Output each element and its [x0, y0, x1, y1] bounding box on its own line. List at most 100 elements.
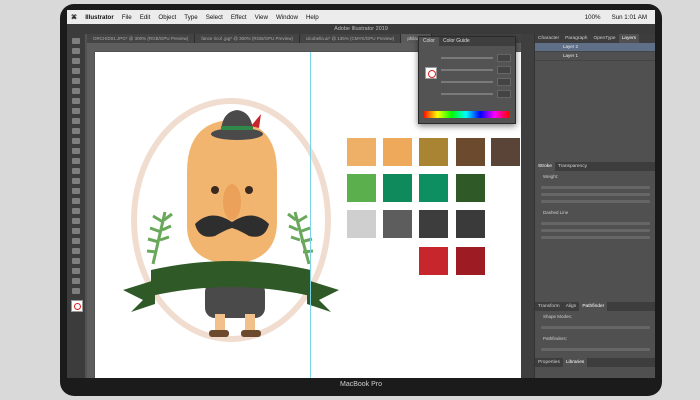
- swatch-row1-5[interactable]: [491, 138, 520, 166]
- direct-selection-tool-icon[interactable]: [72, 48, 80, 54]
- swatch-row3-1[interactable]: [347, 210, 376, 238]
- swatch-row2-1[interactable]: [347, 174, 376, 202]
- swatch-row2-3[interactable]: [419, 174, 448, 202]
- swatch-row1-4[interactable]: [456, 138, 485, 166]
- menu-effect[interactable]: Effect: [227, 14, 251, 21]
- laptop-frame: ⌘ Illustrator File Edit Object Type Sele…: [60, 4, 662, 396]
- swatch-row3-3[interactable]: [419, 210, 448, 238]
- apple-menu-icon[interactable]: ⌘: [67, 14, 81, 21]
- slider-c[interactable]: [441, 57, 493, 59]
- menu-illustrator[interactable]: Illustrator: [81, 14, 118, 21]
- stroke-option-2[interactable]: [541, 193, 650, 196]
- layer-row-1[interactable]: Layer 1: [535, 52, 655, 61]
- hand-tool-icon[interactable]: [72, 278, 80, 284]
- macos-menubar: ⌘ Illustrator File Edit Object Type Sele…: [67, 10, 655, 24]
- color-spectrum[interactable]: [423, 111, 509, 118]
- value-y[interactable]: [497, 78, 511, 86]
- menu-file[interactable]: File: [118, 14, 136, 21]
- tab-layers[interactable]: Layers: [618, 34, 640, 43]
- blend-tool-icon[interactable]: [72, 238, 80, 244]
- swatch-row1-3[interactable]: [419, 138, 448, 166]
- eyedropper-tool-icon[interactable]: [72, 228, 80, 234]
- free-transform-tool-icon[interactable]: [72, 178, 80, 184]
- stroke-panel: Stroke Transparency Weight: Dashed Line: [535, 162, 655, 243]
- menu-view[interactable]: View: [251, 14, 272, 21]
- tab-document-2[interactable]: fance ricol .jpg* @ 300% (RGB/GPU Previe…: [195, 34, 300, 43]
- tab-color[interactable]: Color: [419, 37, 439, 46]
- swatch-row4-1[interactable]: [419, 247, 448, 275]
- tab-color-guide[interactable]: Color Guide: [439, 37, 474, 46]
- properties-libraries-panel: Properties Libraries: [535, 358, 655, 367]
- magic-wand-tool-icon[interactable]: [72, 58, 80, 64]
- rotate-tool-icon[interactable]: [72, 148, 80, 154]
- arrowheads-settings[interactable]: [541, 229, 650, 232]
- slider-y[interactable]: [441, 81, 493, 83]
- scale-tool-icon[interactable]: [72, 158, 80, 164]
- perspective-tool-icon[interactable]: [72, 198, 80, 204]
- swatch-row1-2[interactable]: [383, 138, 412, 166]
- swatch-row4-2[interactable]: [456, 247, 485, 275]
- value-c[interactable]: [497, 54, 511, 62]
- tab-transform[interactable]: Transform: [535, 302, 563, 311]
- layer-row-2[interactable]: Layer 2: [535, 43, 655, 52]
- graph-tool-icon[interactable]: [72, 258, 80, 264]
- type-tool-icon[interactable]: [72, 88, 80, 94]
- tab-character[interactable]: Character: [535, 34, 562, 43]
- menu-type[interactable]: Type: [180, 14, 201, 21]
- tab-transparency[interactable]: Transparency: [555, 162, 590, 171]
- menu-edit[interactable]: Edit: [136, 14, 155, 21]
- rectangle-tool-icon[interactable]: [72, 108, 80, 114]
- tab-document-3[interactable]: ulcobella.ai* @ 135% (CMYK/GPU Preview): [300, 34, 402, 43]
- tab-pathfinder[interactable]: Pathfinder: [579, 302, 608, 311]
- battery-text: 100%: [584, 13, 601, 21]
- mesh-tool-icon[interactable]: [72, 208, 80, 214]
- fill-stroke-swatch-icon[interactable]: [71, 300, 83, 312]
- stroke-option-1[interactable]: [541, 186, 650, 189]
- symbol-sprayer-tool-icon[interactable]: [72, 248, 80, 254]
- value-k[interactable]: [497, 90, 511, 98]
- tab-opentype[interactable]: OpenType: [590, 34, 618, 43]
- menu-object[interactable]: Object: [154, 14, 180, 21]
- swatch-row3-2[interactable]: [383, 210, 412, 238]
- selection-tool-icon[interactable]: [72, 38, 80, 44]
- width-tool-icon[interactable]: [72, 168, 80, 174]
- pencil-tool-icon[interactable]: [72, 128, 80, 134]
- tab-document-1[interactable]: ORCHID01.JPG* @ 300% (RGB/GPU Preview): [87, 34, 196, 43]
- pen-tool-icon[interactable]: [72, 68, 80, 74]
- gradient-tool-icon[interactable]: [72, 218, 80, 224]
- stroke-option-3[interactable]: [541, 200, 650, 203]
- profile-settings[interactable]: [541, 236, 650, 239]
- eraser-tool-icon[interactable]: [72, 138, 80, 144]
- tab-stroke[interactable]: Stroke: [535, 162, 555, 171]
- menu-select[interactable]: Select: [202, 14, 227, 21]
- dashed-line-label[interactable]: Dashed Line: [535, 207, 655, 218]
- menu-window[interactable]: Window: [272, 14, 302, 21]
- slider-k[interactable]: [441, 93, 493, 95]
- swatch-row1-1[interactable]: [347, 138, 376, 166]
- shape-builder-tool-icon[interactable]: [72, 188, 80, 194]
- value-m[interactable]: [497, 66, 511, 74]
- artboard-tool-icon[interactable]: [72, 268, 80, 274]
- swatch-row2-4[interactable]: [456, 174, 485, 202]
- swatch-row3-4[interactable]: [456, 210, 485, 238]
- vertical-ruler[interactable]: [87, 51, 94, 378]
- dash-settings[interactable]: [541, 222, 650, 225]
- pathfinder-buttons[interactable]: [541, 348, 650, 351]
- line-tool-icon[interactable]: [72, 98, 80, 104]
- curvature-tool-icon[interactable]: [72, 78, 80, 84]
- tab-align[interactable]: Align: [563, 302, 580, 311]
- character-head: [186, 120, 277, 264]
- tab-properties[interactable]: Properties: [535, 358, 563, 367]
- zoom-tool-icon[interactable]: [72, 288, 80, 294]
- weight-label: Weight:: [543, 174, 559, 179]
- shape-mode-buttons[interactable]: [541, 326, 650, 329]
- slider-m[interactable]: [441, 69, 493, 71]
- swatch-row2-2[interactable]: [383, 174, 412, 202]
- fill-stroke-indicator-icon[interactable]: [425, 67, 437, 79]
- tab-libraries[interactable]: Libraries: [562, 358, 588, 367]
- guide-line[interactable]: [310, 52, 311, 378]
- pathfinders-label: Pathfinders:: [543, 336, 568, 341]
- tab-paragraph[interactable]: Paragraph: [562, 34, 590, 43]
- paintbrush-tool-icon[interactable]: [72, 118, 80, 124]
- menu-help[interactable]: Help: [302, 14, 323, 21]
